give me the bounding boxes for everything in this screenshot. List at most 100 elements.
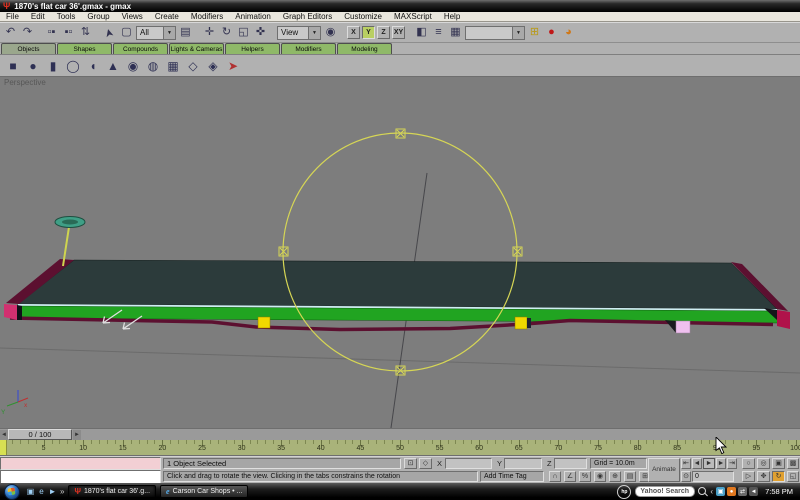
flatcar-model[interactable]	[4, 216, 790, 334]
select-and-rotate-button[interactable]: ↻	[219, 25, 234, 41]
start-button[interactable]	[4, 483, 20, 500]
region-select-button[interactable]: ▢	[119, 25, 134, 41]
render-button[interactable]: ◕	[561, 25, 576, 41]
tab-modifiers[interactable]: Modifiers	[281, 43, 336, 54]
zoom-tool-icon[interactable]: ○	[742, 458, 755, 469]
flatcar-deck-top[interactable]	[17, 259, 778, 310]
bolster-left[interactable]	[257, 316, 271, 329]
select-and-link-button[interactable]: ▫▪	[44, 25, 59, 41]
go-to-start-button[interactable]: ⇤	[681, 458, 691, 469]
torus-primitive-icon[interactable]: ◯	[65, 57, 81, 75]
torus-knot-primitive-icon[interactable]: ◈	[205, 57, 221, 75]
taskbar-clock[interactable]: 7:58 PM	[765, 487, 793, 496]
time-slider-next-button[interactable]: ►	[73, 430, 81, 440]
hp-logo-icon[interactable]: hp	[617, 484, 632, 499]
unlink-selection-button[interactable]: ▪▫	[61, 25, 76, 41]
macro-recorder-field[interactable]	[0, 457, 161, 470]
time-slider[interactable]: ◄ 0 / 100 ►	[0, 428, 800, 440]
chevron-down-icon[interactable]: ▼	[512, 26, 524, 39]
bolster-right[interactable]	[514, 316, 528, 330]
bind-to-spacewarp-button[interactable]: ⇅	[78, 25, 93, 41]
restrict-y-button[interactable]: Y	[362, 26, 375, 39]
cone-primitive-icon[interactable]: ▲	[105, 57, 121, 75]
yahoo-search-input[interactable]	[635, 486, 696, 497]
arc-rotate-icon[interactable]: ↻	[772, 471, 785, 482]
rotate-gizmo-circle[interactable]	[282, 132, 518, 372]
zoom-extents-icon[interactable]: ▣	[772, 458, 785, 469]
coord-z-field[interactable]	[554, 458, 587, 469]
snap-percent-icon[interactable]: %	[579, 471, 591, 482]
show-desktop-icon[interactable]: ▣	[25, 486, 36, 498]
hedra-primitive-icon[interactable]: ◇	[185, 57, 201, 75]
named-selection-dropdown[interactable]: ▼	[465, 25, 525, 40]
select-object-button[interactable]: ➤	[100, 23, 119, 42]
tab-objects[interactable]: Objects	[1, 43, 56, 54]
select-and-scale-button[interactable]: ◱	[236, 25, 251, 41]
restrict-z-button[interactable]: Z	[377, 26, 390, 39]
absolute-offset-toggle[interactable]: ◇	[419, 458, 432, 469]
media-player-icon[interactable]: ►	[47, 486, 58, 498]
title-bar[interactable]: Ψ 1870's flat car 36'.gmax - gmax	[0, 0, 800, 12]
tab-helpers[interactable]: Helpers	[225, 43, 280, 54]
align-button[interactable]: ≡	[431, 25, 446, 41]
menu-item-create[interactable]: Create	[149, 12, 185, 21]
tray-chevron-icon[interactable]: ‹	[710, 487, 713, 496]
tray-icon-volume[interactable]: ◄	[749, 487, 759, 496]
coord-x-field[interactable]	[445, 458, 492, 469]
restrict-x-button[interactable]: X	[347, 26, 360, 39]
track-view-icon[interactable]: ▤	[624, 471, 636, 482]
pivot-center-button[interactable]: ◉	[323, 25, 338, 41]
coordinate-system-dropdown[interactable]: View ▼	[277, 25, 321, 40]
keyboard-override-icon[interactable]: ⊕	[609, 471, 621, 482]
play-button[interactable]: ►	[703, 458, 715, 469]
taskbar-item-browser[interactable]: e Carson Car Shops • ...	[160, 485, 249, 498]
tab-shapes[interactable]: Shapes	[57, 43, 112, 54]
menu-item-graph-editors[interactable]: Graph Editors	[277, 12, 338, 21]
chevron-down-icon[interactable]: ▼	[163, 26, 175, 39]
maxscript-listener-field[interactable]	[0, 470, 161, 484]
restrict-xy-plane-button[interactable]: XY	[392, 26, 405, 39]
zoom-extents-all-icon[interactable]: ▩	[787, 458, 799, 469]
select-by-name-button[interactable]: ▤	[178, 25, 193, 41]
menu-item-customize[interactable]: Customize	[338, 12, 388, 21]
schematic-view-button[interactable]: ⊞	[527, 25, 542, 41]
menu-item-maxscript[interactable]: MAXScript	[388, 12, 438, 21]
current-frame-field[interactable]	[692, 471, 734, 482]
undo-button[interactable]: ↶	[3, 25, 18, 41]
snap-3d-icon[interactable]: ∩	[549, 471, 561, 482]
tab-modeling[interactable]: Modeling	[337, 43, 392, 54]
detail-part-pink[interactable]	[675, 320, 691, 334]
plane-primitive-icon[interactable]: ▦	[165, 57, 181, 75]
select-and-manipulate-button[interactable]: ✜	[253, 25, 268, 41]
animate-button[interactable]: Animate	[648, 458, 680, 482]
tab-lights-cameras[interactable]: Lights & Cameras	[169, 43, 224, 54]
add-time-tag[interactable]: Add Time Tag	[480, 471, 544, 482]
tube-primitive-icon[interactable]: ◍	[145, 57, 161, 75]
rotate-gizmo[interactable]	[278, 128, 523, 376]
named-selection-sets-button[interactable]: ▦	[448, 25, 463, 41]
menu-item-help[interactable]: Help	[438, 12, 466, 21]
next-frame-button[interactable]: ►	[716, 458, 726, 469]
time-slider-handle[interactable]: 0 / 100	[8, 429, 72, 440]
previous-frame-button[interactable]: ◄	[692, 458, 702, 469]
mirror-button[interactable]: ◧	[414, 25, 429, 41]
menu-item-views[interactable]: Views	[116, 12, 149, 21]
teapot-primitive-icon[interactable]: ◖	[85, 57, 101, 75]
internet-explorer-icon[interactable]: e	[36, 486, 47, 498]
tray-icon-messenger[interactable]: ▣	[716, 487, 726, 496]
frame-zero-marker[interactable]	[0, 440, 7, 455]
selection-filter-dropdown[interactable]: All ▼	[136, 25, 176, 40]
menu-item-group[interactable]: Group	[81, 12, 115, 21]
key-mode-toggle[interactable]: ⊙	[681, 471, 691, 482]
taskbar-item-gmax[interactable]: Ψ 1870's flat car 36'.g...	[68, 485, 157, 498]
perspective-viewport[interactable]: x Y Perspective	[0, 77, 800, 429]
pan-view-icon[interactable]: ✥	[757, 471, 770, 482]
field-of-view-icon[interactable]: ▷	[742, 471, 755, 482]
geosphere-primitive-icon[interactable]: ◉	[125, 57, 141, 75]
select-and-move-button[interactable]: ✛	[202, 25, 217, 41]
tray-icon-network[interactable]: ⇄	[738, 487, 748, 496]
menu-item-edit[interactable]: Edit	[25, 12, 51, 21]
point-helper-primitive-icon[interactable]: ➤	[225, 57, 241, 75]
cylinder-primitive-icon[interactable]: ▮	[45, 57, 61, 75]
redo-button[interactable]: ↷	[20, 25, 35, 41]
